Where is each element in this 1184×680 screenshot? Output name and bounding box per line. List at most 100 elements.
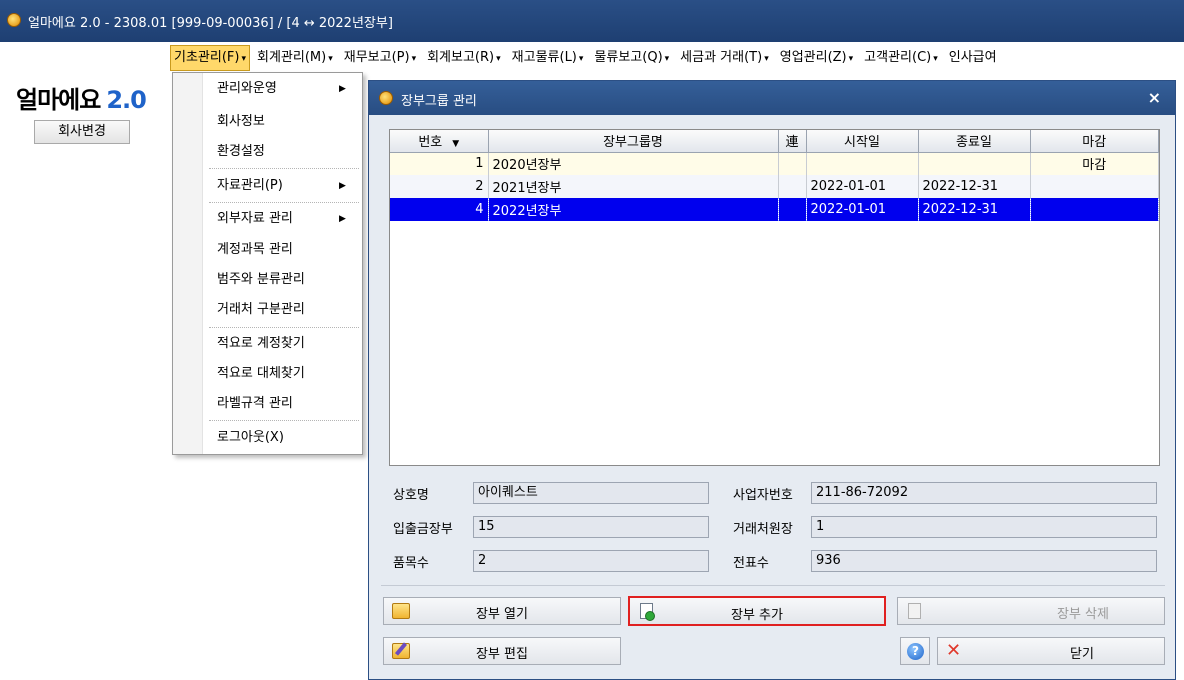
menu-separator bbox=[209, 420, 359, 421]
cell-name: 2022년장부 bbox=[488, 198, 779, 221]
menu-accounting[interactable]: 회계관리(M) ▾ bbox=[253, 45, 337, 71]
table-row[interactable]: 2 2021년장부 2022-01-01 2022-12-31 bbox=[390, 175, 1159, 198]
button-label: 장부 열기 bbox=[476, 607, 528, 622]
menu-item-find-account-by-memo[interactable]: 적요로 계정찾기 bbox=[217, 332, 305, 356]
cell-start bbox=[806, 152, 919, 175]
cell-start: 2022-01-01 bbox=[806, 175, 919, 198]
cell-name: 2021년장부 bbox=[488, 175, 779, 198]
cell-closed bbox=[1030, 175, 1159, 198]
col-header-name[interactable]: 장부그룹명 bbox=[488, 130, 779, 153]
logo-version: 2.0 bbox=[106, 86, 147, 114]
menu-label: 재무보고(P) bbox=[343, 50, 410, 65]
book-group-grid[interactable]: 번호 ▼ 장부그룹명 連 시작일 종료일 마감 1 2020년장부 마감 2 2… bbox=[389, 129, 1160, 466]
menu-label: 재고물류(L) bbox=[511, 50, 577, 65]
caret-down-icon: ▾ bbox=[848, 54, 854, 64]
button-label: 장부 편집 bbox=[476, 647, 528, 662]
menu-label: 기초관리(F) bbox=[174, 50, 240, 65]
business-number-field[interactable]: 211-86-72092 bbox=[811, 482, 1157, 504]
menu-label: 회계보고(R) bbox=[427, 50, 495, 65]
main-menubar: 기초관리(F) ▾ 회계관리(M) ▾ 재무보고(P) ▾ 회계보고(R) ▾ 재고물류(L) ▾… bbox=[170, 45, 1004, 71]
col-header-number[interactable]: 번호 ▼ bbox=[390, 130, 489, 153]
vouchers-count-field[interactable]: 936 bbox=[811, 550, 1157, 572]
delete-book-button[interactable]: 장부 삭제 bbox=[897, 597, 1165, 625]
cell-link bbox=[778, 198, 807, 221]
menu-tax-trade[interactable]: 세금과 거래(T) ▾ bbox=[676, 45, 773, 71]
menu-label: 세금과 거래(T) bbox=[680, 50, 763, 65]
change-company-button[interactable]: 회사변경 bbox=[34, 120, 130, 144]
help-button[interactable]: ? bbox=[900, 637, 930, 665]
button-label: 장부 추가 bbox=[731, 608, 783, 623]
menu-label: 회계관리(M) bbox=[257, 50, 327, 65]
cell-number: 4 bbox=[390, 198, 489, 221]
menu-inventory[interactable]: 재고물류(L) ▾ bbox=[508, 45, 588, 71]
col-header-closed[interactable]: 마감 bbox=[1030, 130, 1159, 153]
close-icon[interactable]: × bbox=[1148, 88, 1161, 107]
caret-down-icon: ▾ bbox=[411, 54, 417, 64]
caret-down-icon: ▾ bbox=[241, 54, 246, 64]
client-ledger-label: 거래처원장 bbox=[733, 522, 793, 537]
dialog-title: 장부그룹 관리 bbox=[401, 94, 477, 109]
add-book-button[interactable]: 장부 추가 bbox=[628, 596, 886, 626]
menu-gutter bbox=[173, 73, 203, 454]
cell-end: 2022-12-31 bbox=[918, 198, 1031, 221]
cashbook-label: 입출금장부 bbox=[393, 522, 453, 537]
delete-document-icon bbox=[908, 603, 921, 619]
menu-logistics-report[interactable]: 물류보고(Q) ▾ bbox=[590, 45, 673, 71]
menu-item-category-management[interactable]: 범주와 분류관리 bbox=[217, 268, 305, 292]
menu-label: 고객관리(C) bbox=[864, 50, 932, 65]
caret-down-icon: ▾ bbox=[328, 54, 333, 64]
cancel-x-icon: ✕ bbox=[946, 640, 962, 661]
cashbook-field[interactable]: 15 bbox=[473, 516, 709, 538]
app-logo: 얼마에요 2.0 bbox=[16, 80, 147, 115]
app-logo-icon bbox=[7, 13, 21, 27]
menu-label: 물류보고(Q) bbox=[594, 50, 663, 65]
items-count-label: 품목수 bbox=[393, 556, 429, 571]
window-titlebar: 얼마에요 2.0 - 2308.01 [999-09-00036] / [4 ↔… bbox=[0, 0, 1184, 42]
cell-number: 2 bbox=[390, 175, 489, 198]
col-header-link[interactable]: 連 bbox=[778, 130, 807, 153]
dialog-app-icon bbox=[379, 91, 393, 105]
help-icon: ? bbox=[907, 643, 924, 660]
button-label: 닫기 bbox=[1070, 647, 1094, 662]
menu-item-admin-operation[interactable]: 관리와운영 bbox=[217, 77, 277, 101]
menu-hr-payroll[interactable]: 인사급여 bbox=[945, 45, 1001, 71]
menu-item-account-management[interactable]: 계정과목 관리 bbox=[217, 238, 293, 262]
menu-item-data-management[interactable]: 자료관리(P) bbox=[217, 174, 283, 198]
cell-closed bbox=[1030, 198, 1159, 221]
menu-separator bbox=[209, 327, 359, 328]
caret-down-icon: ▾ bbox=[664, 54, 670, 64]
menu-financial-report[interactable]: 재무보고(P) ▾ bbox=[340, 45, 420, 71]
cell-link bbox=[778, 175, 807, 198]
client-ledger-field[interactable]: 1 bbox=[811, 516, 1157, 538]
menu-basic-management[interactable]: 기초관리(F) ▾ bbox=[170, 45, 250, 71]
company-name-field[interactable]: 아이퀘스트 bbox=[473, 482, 709, 504]
menu-sales[interactable]: 영업관리(Z) ▾ bbox=[776, 45, 857, 71]
menu-item-company-info[interactable]: 회사정보 bbox=[217, 110, 265, 134]
col-header-end[interactable]: 종료일 bbox=[918, 130, 1031, 153]
menu-customer[interactable]: 고객관리(C) ▾ bbox=[860, 45, 942, 71]
button-label: 장부 삭제 bbox=[1057, 607, 1109, 622]
cell-number: 1 bbox=[390, 152, 489, 175]
menu-item-preferences[interactable]: 환경설정 bbox=[217, 140, 265, 164]
edit-book-button[interactable]: 장부 편집 bbox=[383, 637, 621, 665]
menu-item-logout[interactable]: 로그아웃(X) bbox=[217, 426, 284, 450]
open-book-button[interactable]: 장부 열기 bbox=[383, 597, 621, 625]
dialog-titlebar: 장부그룹 관리 × bbox=[369, 81, 1175, 115]
menu-item-find-replace-by-memo[interactable]: 적요로 대체찾기 bbox=[217, 362, 305, 386]
menu-item-client-classification[interactable]: 거래처 구분관리 bbox=[217, 298, 305, 322]
menu-accounting-report[interactable]: 회계보고(R) ▾ bbox=[423, 45, 505, 71]
cell-name: 2020년장부 bbox=[488, 152, 779, 175]
table-row[interactable]: 1 2020년장부 마감 bbox=[390, 152, 1159, 175]
grid-header-row: 번호 ▼ 장부그룹명 連 시작일 종료일 마감 bbox=[390, 130, 1159, 153]
close-dialog-button[interactable]: ✕ 닫기 bbox=[937, 637, 1165, 665]
items-count-field[interactable]: 2 bbox=[473, 550, 709, 572]
menu-item-external-data[interactable]: 외부자료 관리 bbox=[217, 207, 293, 231]
col-header-start[interactable]: 시작일 bbox=[806, 130, 919, 153]
submenu-arrow-icon: ▶ bbox=[339, 181, 346, 191]
filter-icon[interactable]: ▼ bbox=[452, 139, 459, 149]
menu-item-label-format[interactable]: 라벨규격 관리 bbox=[217, 392, 293, 416]
caret-down-icon: ▾ bbox=[933, 54, 938, 64]
table-row-selected[interactable]: 4 2022년장부 2022-01-01 2022-12-31 bbox=[390, 198, 1159, 221]
menu-separator bbox=[209, 202, 359, 203]
caret-down-icon: ▾ bbox=[764, 54, 769, 64]
